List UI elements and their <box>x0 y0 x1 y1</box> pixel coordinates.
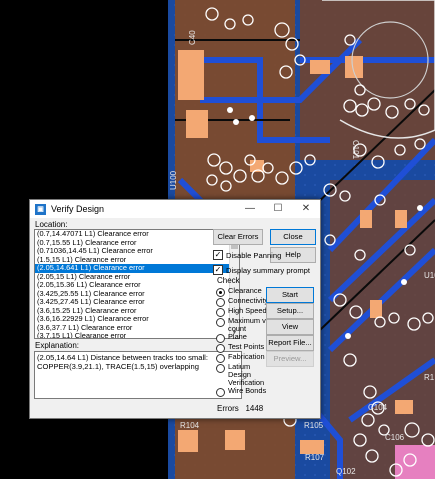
pcb-label-u100: U100 <box>169 170 178 190</box>
pcb-label-r1: R1 <box>424 373 435 382</box>
location-label: Location: <box>35 220 68 229</box>
maximize-icon[interactable]: ☐ <box>264 200 292 218</box>
disable-panning-label: Disable Panning <box>226 250 282 260</box>
check-radio-label: Clearance <box>228 286 262 295</box>
explanation-text: (2.05,14.64 L1) Distance between tracks … <box>34 351 242 399</box>
dialog-titlebar[interactable]: ▣ Verify Design — ☐ ✕ <box>30 200 320 218</box>
start-button[interactable]: Start <box>266 287 314 303</box>
display-summary-checkbox[interactable]: ✓ Display summary prompt <box>213 265 310 275</box>
location-listbox[interactable]: (0.7,14.47071 L1) Clearance error (0.7,15… <box>34 229 240 339</box>
radio-icon <box>216 288 225 297</box>
check-radio-label: Wire Bonds <box>228 386 267 395</box>
disable-panning-checkbox[interactable]: ✓ Disable Panning <box>213 250 281 260</box>
check-radio-wire-bonds[interactable]: Wire Bonds <box>216 387 272 397</box>
radio-icon <box>216 354 225 363</box>
radio-icon <box>216 388 225 397</box>
radio-icon <box>216 364 225 373</box>
check-radio-label: High Speed <box>228 306 267 315</box>
pcb-label-c104: C104 <box>368 403 388 412</box>
radio-icon <box>216 298 225 307</box>
location-list-item[interactable]: (3.7,15 L1) Clearance error <box>35 331 239 338</box>
explanation-label: Explanation: <box>35 341 80 350</box>
preview-button[interactable]: Preview... <box>266 351 314 367</box>
pcb-label-q102: Q102 <box>336 467 356 476</box>
report-file-button[interactable]: Report File... <box>266 335 314 351</box>
errors-label: Errors <box>217 404 239 413</box>
pcb-label-c40: C40 <box>188 30 197 45</box>
check-radio-label: Plane <box>228 332 247 341</box>
pcb-label-u10: U10 <box>424 271 435 280</box>
dialog-title: Verify Design <box>51 204 105 214</box>
check-radio-label: Test Points <box>228 342 265 351</box>
errors-count: 1448 <box>245 404 264 413</box>
verify-design-dialog: ▣ Verify Design — ☐ ✕ Location: (0.7,14.… <box>29 199 321 419</box>
close-icon[interactable]: ✕ <box>292 200 320 218</box>
check-group-label: Check <box>217 276 240 285</box>
display-summary-label: Display summary prompt <box>226 265 310 275</box>
pcb-label-c101: C101 <box>351 140 360 160</box>
pcb-label-r104: R104 <box>180 421 200 430</box>
pcb-label-c106: C106 <box>385 433 405 442</box>
view-report-button[interactable]: View Report... <box>266 319 314 345</box>
check-radio-label: Fabrication <box>228 352 265 361</box>
radio-icon <box>216 318 225 327</box>
checkbox-icon: ✓ <box>213 250 223 260</box>
radio-icon <box>216 308 225 317</box>
check-radio-maximum-via-count[interactable]: Maximum via count <box>216 317 272 333</box>
checkbox-icon: ✓ <box>213 265 223 275</box>
radio-icon <box>216 344 225 353</box>
pcb-label-r107: R107 <box>305 453 325 462</box>
setup-button[interactable]: Setup... <box>266 303 314 319</box>
check-radio-label: Connectivity <box>228 296 269 305</box>
close-button[interactable]: Close <box>270 229 316 245</box>
minimize-icon[interactable]: — <box>236 200 264 218</box>
pcb-label-r105: R105 <box>304 421 324 430</box>
clear-errors-button[interactable]: Clear Errors <box>213 229 263 245</box>
errors-summary: Errors 1448 <box>217 404 263 413</box>
check-radio-group: Clearance Connectivity High Speed Maximum v… <box>216 287 272 397</box>
pcb-app-icon: ▣ <box>35 203 46 215</box>
radio-icon <box>216 334 225 343</box>
check-radio-latium-design-verification[interactable]: Latium Design Verification <box>216 363 272 387</box>
